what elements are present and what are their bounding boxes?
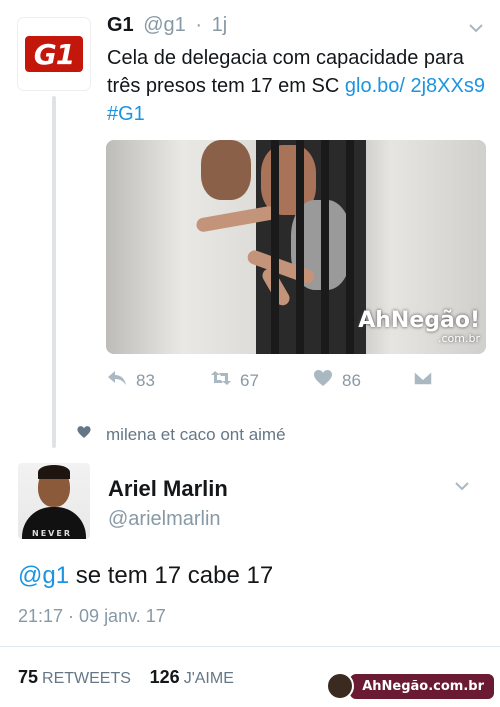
photo-bar <box>346 140 354 354</box>
like-count: 86 <box>342 370 361 390</box>
dm-button[interactable] <box>412 368 442 393</box>
tweet2-mention[interactable]: @g1 <box>18 562 69 589</box>
likes-count[interactable]: 126 <box>150 667 180 687</box>
tweet2-author-name[interactable]: Ariel Marlin <box>108 476 228 502</box>
chevron-down-icon[interactable] <box>454 478 470 494</box>
tweet2-timestamp[interactable]: 21:17 · 09 janv. 17 <box>18 606 166 627</box>
tweet1-hashtag[interactable]: #G1 <box>107 103 145 125</box>
like-button[interactable]: 86 <box>312 368 361 393</box>
tweet1-separator: · <box>195 14 203 36</box>
retweet-icon <box>210 368 240 393</box>
tweet2-handle[interactable]: @arielmarlin <box>108 508 221 531</box>
tweet1-link[interactable]: glo.bo/ 2j8XXs9 <box>345 75 485 97</box>
retweet-button[interactable]: 67 <box>210 368 259 393</box>
reply-count: 83 <box>136 370 155 390</box>
liked-by-text: milena et caco ont aimé <box>106 424 286 444</box>
tweet2-body: se tem 17 cabe 17 <box>69 562 274 589</box>
retweets-label[interactable]: RETWEETS <box>42 670 131 687</box>
avatar-shirt-text: NEVER <box>32 529 72 538</box>
retweet-count: 67 <box>240 370 259 390</box>
photo-person <box>201 140 251 200</box>
photo-watermark: AhNegão! .com.br <box>358 310 480 348</box>
likes-label[interactable]: J'AIME <box>184 670 234 687</box>
reply-icon <box>106 368 136 393</box>
thread-connector <box>52 96 56 448</box>
divider <box>0 646 500 647</box>
tweet1-author-name[interactable]: G1 <box>107 14 134 36</box>
avatar-ariel[interactable]: NEVER <box>18 463 90 539</box>
avatar-hair <box>38 465 70 479</box>
avatar-g1[interactable]: G1 <box>18 18 90 90</box>
photo-bar <box>271 140 279 354</box>
watermark-text: AhNegão.com.br <box>350 673 494 699</box>
retweets-count[interactable]: 75 <box>18 667 38 687</box>
tweet1-photo[interactable]: AhNegão! .com.br <box>106 140 486 354</box>
heart-icon <box>76 424 106 445</box>
reply-button[interactable]: 83 <box>106 368 155 393</box>
photo-bar <box>321 140 329 354</box>
tweet2-stats: 75 RETWEETS 126 J'AIME <box>18 667 248 688</box>
tweet1-handle[interactable]: @g1 <box>143 14 186 36</box>
tweet2-text: @g1 se tem 17 cabe 17 <box>18 562 273 590</box>
tweet1-text: Cela de delegacia com capacidade para tr… <box>107 44 492 128</box>
watermark-mascot-icon <box>326 672 355 700</box>
tweet1-header: G1 @g1 · 1j <box>107 14 227 37</box>
photo-bar <box>296 140 304 354</box>
liked-by-context[interactable]: milena et caco ont aimé <box>76 424 286 445</box>
chevron-down-icon[interactable] <box>468 20 484 36</box>
heart-icon <box>312 368 342 393</box>
tweet1-time[interactable]: 1j <box>212 14 228 36</box>
g1-logo: G1 <box>25 36 83 72</box>
footer-watermark: AhNegão.com.br <box>326 672 494 700</box>
dm-icon <box>412 368 442 393</box>
